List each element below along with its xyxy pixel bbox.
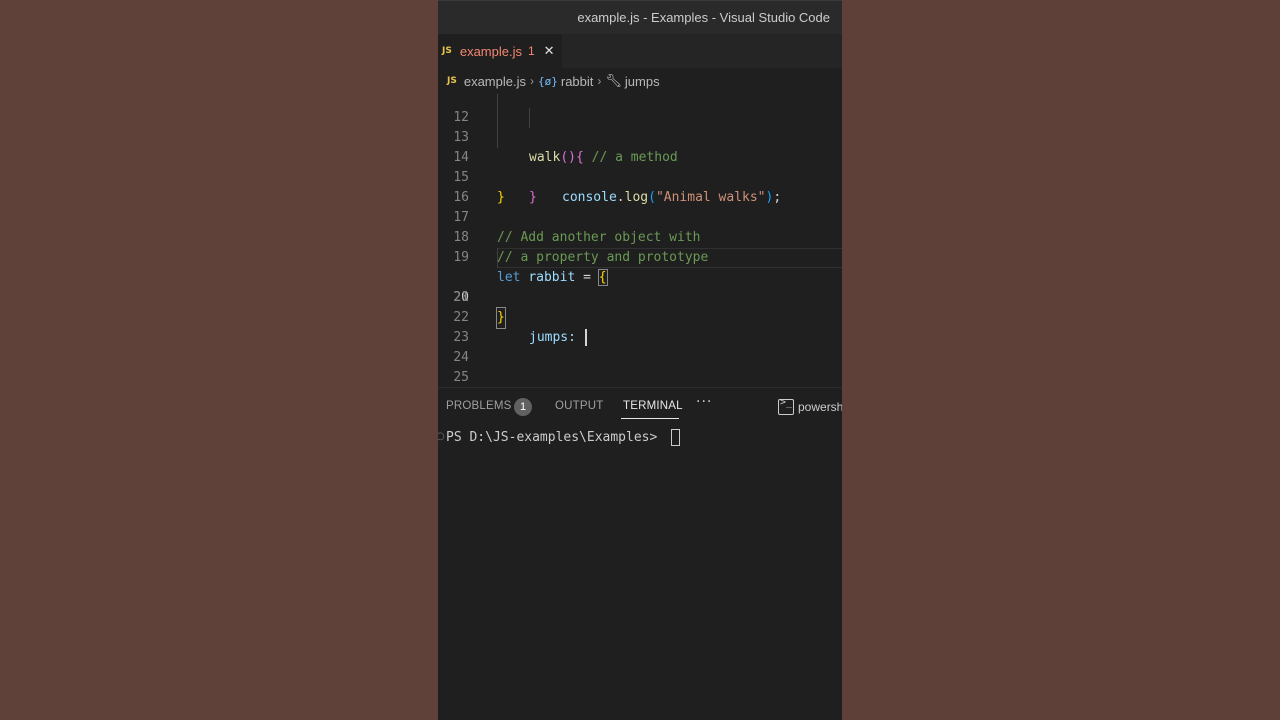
code-line: 13 console.log("Animal walks");	[438, 108, 842, 205]
command-decoration-icon: ○	[438, 431, 445, 442]
code-line: 12 walk(){ // a method	[438, 94, 842, 165]
terminal-prompt-line: PS D:\JS-examples\Examples>	[446, 429, 681, 446]
javascript-file-icon: JS	[447, 76, 457, 86]
code-line: 19 let rabbit = {	[438, 228, 842, 286]
code-line: 14 }	[438, 128, 842, 205]
symbol-object-icon: {ø}	[537, 74, 558, 88]
code-line: 21 }	[438, 268, 842, 329]
indent-guide	[529, 108, 530, 128]
code-line: 18 // a property and prototype	[438, 208, 842, 265]
code-line: 22	[438, 288, 842, 325]
current-line-highlight	[497, 248, 842, 268]
more-actions-icon[interactable]: ···	[696, 394, 712, 410]
code-editor[interactable]: 12 walk(){ // a method 13 console.log("A…	[438, 94, 842, 387]
chevron-right-icon: ›	[529, 74, 534, 88]
code-line: 15 }	[438, 148, 842, 205]
indent-guide	[497, 248, 498, 268]
tab-terminal[interactable]: TERMINAL	[623, 400, 683, 412]
terminal-area[interactable]: ○ PS D:\JS-examples\Examples>	[438, 427, 842, 720]
tab-output[interactable]: OUTPUT	[555, 400, 603, 412]
background-right	[842, 0, 1280, 720]
breadcrumb-symbol-jumps[interactable]: jumps	[625, 74, 660, 89]
window-title: example.js - Examples - Visual Studio Co…	[577, 10, 830, 25]
javascript-file-icon: JS	[442, 46, 452, 56]
background-left	[0, 0, 438, 720]
code-line: 16	[438, 168, 842, 205]
code-line: 25	[438, 348, 842, 385]
tab-problems[interactable]: PROBLEMS	[446, 400, 512, 412]
panel-tab-bar: PROBLEMS 1 OUTPUT TERMINAL ··· >_ powers…	[438, 387, 842, 428]
tab-example-js[interactable]: JS example.js 1 ✕	[438, 34, 562, 68]
code-line: 17 // Add another object with	[438, 188, 842, 245]
breadcrumb-file[interactable]: example.js	[464, 74, 526, 89]
symbol-property-icon: 🔧︎	[605, 73, 622, 88]
code-line: 26	[438, 368, 842, 387]
terminal-cursor	[671, 429, 681, 446]
close-icon[interactable]: ✕	[544, 44, 555, 59]
code-line-active: 20 jumps:	[438, 248, 842, 346]
active-tab-indicator	[621, 418, 679, 419]
editor-tab-bar: JS example.js 1 ✕	[438, 34, 842, 68]
chevron-right-icon: ›	[597, 74, 602, 88]
code-line: 24	[438, 328, 842, 365]
vscode-window: example.js - Examples - Visual Studio Co…	[438, 0, 842, 720]
problems-count-badge: 1	[514, 398, 532, 416]
terminal-prompt: PS D:\JS-examples\Examples>	[446, 430, 666, 445]
code-line: 23	[438, 308, 842, 345]
breadcrumb: JS example.js › {ø} rabbit › 🔧︎ jumps	[438, 68, 842, 94]
tab-title: example.js	[459, 43, 522, 59]
terminal-shell-label[interactable]: powersh	[798, 400, 842, 414]
terminal-shell-icon[interactable]: >_	[778, 397, 794, 415]
indent-guide	[497, 108, 498, 128]
title-bar: example.js - Examples - Visual Studio Co…	[438, 0, 842, 35]
breadcrumb-symbol-rabbit[interactable]: rabbit	[561, 74, 594, 89]
tab-problem-count: 1	[527, 44, 535, 58]
indent-guide	[497, 94, 498, 108]
indent-guide	[497, 128, 498, 148]
